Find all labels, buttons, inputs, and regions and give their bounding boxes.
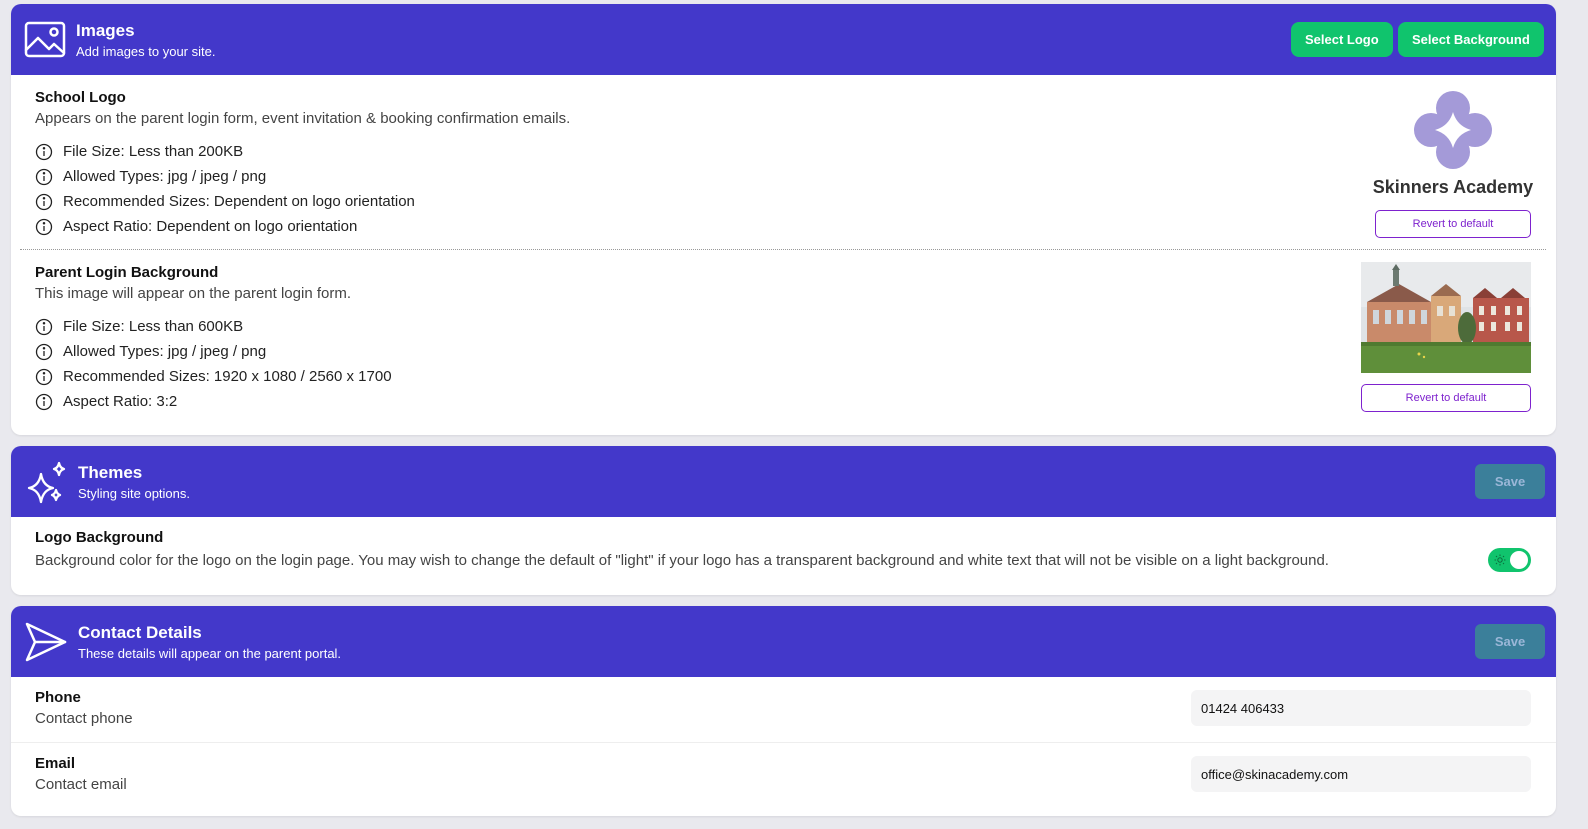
info-text: Allowed Types: jpg / jpeg / png	[63, 343, 267, 360]
sparkles-icon	[27, 461, 66, 504]
info-icon	[35, 393, 53, 410]
images-header: Images Add images to your site. Select L…	[11, 4, 1556, 75]
info-item: Aspect Ratio: Dependent on logo orientat…	[35, 214, 1556, 239]
contact-save-button[interactable]: Save	[1475, 624, 1545, 659]
info-icon	[35, 168, 53, 185]
info-text: Recommended Sizes: Dependent on logo ori…	[63, 193, 415, 210]
contact-title: Contact Details	[78, 623, 202, 642]
parent-bg-info-list: File Size: Less than 600KB Allowed Types…	[35, 314, 1556, 414]
image-icon	[24, 21, 66, 58]
contact-card: Contact Details These details will appea…	[11, 606, 1556, 816]
phone-row: Phone Contact phone	[11, 677, 1556, 742]
school-logo-title: School Logo	[35, 89, 126, 106]
info-item: Allowed Types: jpg / jpeg / png	[35, 164, 1556, 189]
info-icon	[35, 193, 53, 210]
logo-background-title: Logo Background	[35, 529, 164, 546]
info-text: Aspect Ratio: Dependent on logo orientat…	[63, 218, 358, 235]
info-item: Allowed Types: jpg / jpeg / png	[35, 339, 1556, 364]
info-text: Allowed Types: jpg / jpeg / png	[63, 168, 267, 185]
logo-background-toggle[interactable]	[1488, 548, 1531, 572]
info-icon	[35, 143, 53, 160]
school-logo-section: School Logo Appears on the parent login …	[11, 88, 1556, 239]
info-item: Aspect Ratio: 3:2	[35, 389, 1556, 414]
logo-background-section: Logo Background Background color for the…	[11, 517, 1556, 572]
themes-header-text: Themes Styling site options.	[78, 462, 190, 503]
email-input[interactable]	[1191, 756, 1531, 792]
info-item: File Size: Less than 200KB	[35, 139, 1556, 164]
themes-header: Themes Styling site options. Save	[11, 446, 1556, 517]
info-item: File Size: Less than 600KB	[35, 314, 1556, 339]
images-header-text: Images Add images to your site.	[76, 20, 215, 61]
info-item: Recommended Sizes: Dependent on logo ori…	[35, 189, 1556, 214]
send-icon	[25, 622, 67, 662]
contact-subtitle: These details will appear on the parent …	[78, 646, 342, 661]
school-logo-name: Skinners Academy	[1372, 177, 1534, 197]
themes-subtitle: Styling site options.	[78, 486, 191, 501]
images-card: Images Add images to your site. Select L…	[11, 4, 1556, 435]
school-logo-info-list: File Size: Less than 200KB Allowed Types…	[35, 139, 1556, 239]
info-icon	[35, 368, 53, 385]
images-subtitle: Add images to your site.	[76, 44, 216, 59]
info-text: Aspect Ratio: 3:2	[63, 393, 178, 410]
parent-bg-preview-image	[1361, 262, 1531, 373]
info-text: File Size: Less than 600KB	[63, 318, 244, 335]
info-icon	[35, 318, 53, 335]
sun-icon	[1494, 554, 1506, 566]
school-building-image	[1361, 262, 1531, 373]
logo-background-description: Background color for the logo on the log…	[35, 552, 1329, 569]
email-row: Email Contact email	[11, 742, 1556, 807]
revert-logo-button[interactable]: Revert to default	[1375, 210, 1531, 238]
section-divider	[20, 249, 1546, 250]
parent-bg-title: Parent Login Background	[35, 264, 219, 281]
info-icon	[35, 218, 53, 235]
themes-save-button[interactable]: Save	[1475, 464, 1545, 499]
revert-background-button[interactable]: Revert to default	[1361, 384, 1531, 412]
select-background-button[interactable]: Select Background	[1398, 22, 1544, 57]
info-text: Recommended Sizes: 1920 x 1080 / 2560 x …	[63, 368, 392, 385]
contact-header: Contact Details These details will appea…	[11, 606, 1556, 677]
themes-card: Themes Styling site options. Save Logo B…	[11, 446, 1556, 595]
images-title: Images	[76, 21, 135, 40]
info-item: Recommended Sizes: 1920 x 1080 / 2560 x …	[35, 364, 1556, 389]
themes-title: Themes	[78, 463, 143, 482]
school-logo-emblem-icon	[1414, 91, 1492, 169]
school-logo-description: Appears on the parent login form, event …	[35, 110, 571, 127]
contact-header-text: Contact Details These details will appea…	[78, 622, 341, 663]
parent-bg-section: Parent Login Background This image will …	[11, 263, 1556, 414]
select-logo-button[interactable]: Select Logo	[1291, 22, 1393, 57]
school-logo-preview: Skinners Academy	[1371, 88, 1535, 198]
info-icon	[35, 343, 53, 360]
toggle-knob	[1510, 551, 1528, 569]
phone-input[interactable]	[1191, 690, 1531, 726]
parent-bg-description: This image will appear on the parent log…	[35, 285, 351, 302]
info-text: File Size: Less than 200KB	[63, 143, 244, 160]
